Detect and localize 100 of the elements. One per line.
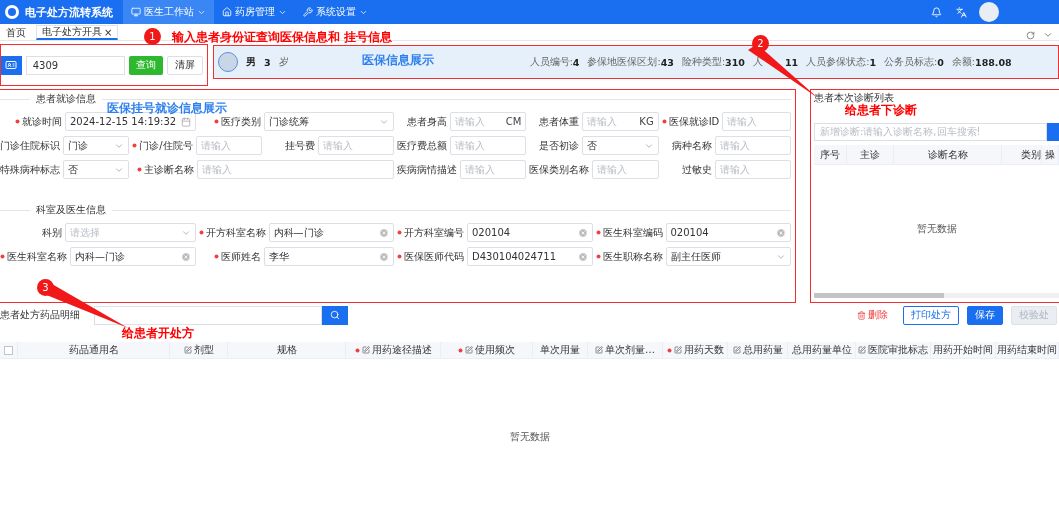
info-value: 310 — [725, 56, 745, 68]
clear-icon[interactable] — [577, 251, 588, 262]
column-header: 序号 — [814, 145, 847, 164]
action-button[interactable]: 保存 — [967, 305, 1003, 325]
action-button[interactable]: 删除 — [850, 305, 895, 325]
select-field[interactable]: 否 — [63, 160, 130, 179]
required-mark — [458, 347, 463, 353]
scrollbar[interactable] — [814, 293, 1059, 298]
required-mark — [15, 119, 20, 124]
required-mark — [198, 230, 204, 235]
search-icon — [330, 310, 340, 320]
select-field[interactable]: 副主任医师 — [665, 247, 791, 266]
info-label: 参保地医保区划: — [587, 55, 661, 69]
page-tab[interactable]: 电子处方开具 × — [36, 25, 119, 40]
search-button[interactable] — [322, 305, 348, 325]
menu-item[interactable]: 医生工作站 — [123, 0, 214, 24]
input-field[interactable]: 请输入 KG — [582, 112, 659, 131]
info-value: 0 — [937, 56, 944, 68]
required-mark — [397, 254, 402, 259]
patient-gender: 男 — [246, 55, 256, 69]
field-label: 医保就诊ID — [661, 115, 720, 128]
patient-age: 3 — [264, 56, 271, 68]
required-mark — [132, 143, 138, 148]
required-mark — [354, 347, 360, 353]
field-label: 医生职称名称 — [595, 250, 663, 263]
page-tab[interactable]: 首页 — [0, 25, 32, 40]
field-label: 科别 — [41, 226, 62, 239]
column-header: 诊断名称 — [894, 145, 1002, 164]
input-field[interactable]: 内科—门诊 — [268, 223, 394, 242]
calendar-icon — [180, 116, 191, 127]
field-label: 特殊病种标志 — [0, 163, 60, 176]
input-field[interactable]: D430104024711 — [467, 247, 593, 266]
column-header: 主诊 — [847, 145, 894, 164]
field-label: 医生科室编码 — [595, 226, 663, 239]
trash-icon — [857, 310, 866, 320]
edit-icon — [673, 346, 682, 354]
edit-icon — [465, 346, 473, 354]
field-label: 患者身高 — [406, 115, 447, 128]
menu-icon — [303, 7, 313, 17]
select-field[interactable]: 门诊统筹 — [263, 112, 394, 131]
column-header: 剂型 — [170, 342, 228, 358]
menu-item[interactable]: 系统设置 — [295, 0, 376, 24]
info-label: 人 — [752, 55, 763, 69]
column-header: 医院审批标志 — [856, 342, 931, 358]
id-card-button[interactable] — [1, 55, 22, 75]
step-badge: 1 — [144, 28, 161, 45]
input-field[interactable]: 020104 — [665, 223, 791, 242]
drug-search-field[interactable] — [94, 305, 322, 325]
translate-icon[interactable] — [956, 6, 967, 18]
user-avatar[interactable] — [979, 2, 999, 22]
required-mark — [213, 254, 219, 259]
logo-icon — [4, 4, 20, 20]
field-label: 医疗费总额 — [397, 139, 447, 152]
required-mark — [595, 230, 601, 235]
field-label: 医生科室名称 — [0, 250, 67, 263]
edit-icon — [732, 346, 741, 354]
info-value: 4 — [572, 56, 580, 68]
required-mark — [595, 254, 601, 259]
clear-icon[interactable] — [180, 251, 191, 262]
annotation-text: 输入患者身份证查询医保信息和 挂号信息 — [172, 29, 393, 46]
bell-icon[interactable] — [931, 6, 942, 18]
edit-icon — [595, 346, 603, 354]
query-button[interactable]: 查询 — [129, 55, 163, 75]
info-label: 人员编号: — [529, 55, 573, 69]
clear-icon[interactable] — [776, 227, 786, 238]
annotation-text: 给患者开处方 — [122, 325, 194, 342]
select-field[interactable]: 否 — [582, 136, 659, 155]
section-title: 科室及医生信息 — [36, 203, 106, 217]
column-header: 总用药量 — [728, 342, 788, 358]
required-mark — [661, 119, 667, 124]
clear-icon[interactable] — [577, 227, 588, 238]
field-label: 过敏史 — [680, 163, 712, 176]
select-field[interactable]: 门诊 — [63, 136, 130, 155]
clear-icon[interactable] — [379, 251, 389, 262]
required-mark — [666, 347, 672, 353]
select-all-checkbox[interactable] — [4, 345, 13, 355]
input-field[interactable]: 内科—门诊 — [70, 247, 196, 266]
chevron-icon[interactable] — [1043, 30, 1053, 40]
field-label: 开方科室名称 — [198, 226, 266, 239]
edit-icon — [858, 346, 866, 354]
annotation-text: 医保信息展示 — [362, 52, 434, 69]
field-label: 就诊时间 — [0, 115, 62, 128]
input-field[interactable]: 020104 — [467, 223, 593, 242]
action-button[interactable]: 打印处方 — [903, 305, 959, 325]
id-input-field[interactable]: 4309 — [25, 55, 125, 75]
required-mark — [213, 119, 219, 124]
clear-screen-button[interactable]: 清屏 — [167, 55, 203, 75]
input-field[interactable]: 李华 — [263, 247, 394, 266]
field-label: 疾病病情描述 — [397, 163, 457, 176]
column-header: 操 — [1042, 145, 1059, 164]
field-label: 挂号费 — [283, 139, 315, 152]
input-field[interactable]: 请输入 CM — [450, 112, 527, 131]
menu-item[interactable]: 药房管理 — [214, 0, 295, 24]
field-label: 主诊断名称 — [132, 163, 195, 176]
clear-icon[interactable] — [379, 227, 389, 238]
column-header: 规格 — [228, 342, 346, 358]
column-header: 使用频次 — [441, 342, 533, 358]
refresh-icon[interactable] — [1026, 31, 1035, 40]
field-label: 门诊住院标识 — [0, 139, 60, 152]
unit-label: KG — [639, 116, 654, 127]
